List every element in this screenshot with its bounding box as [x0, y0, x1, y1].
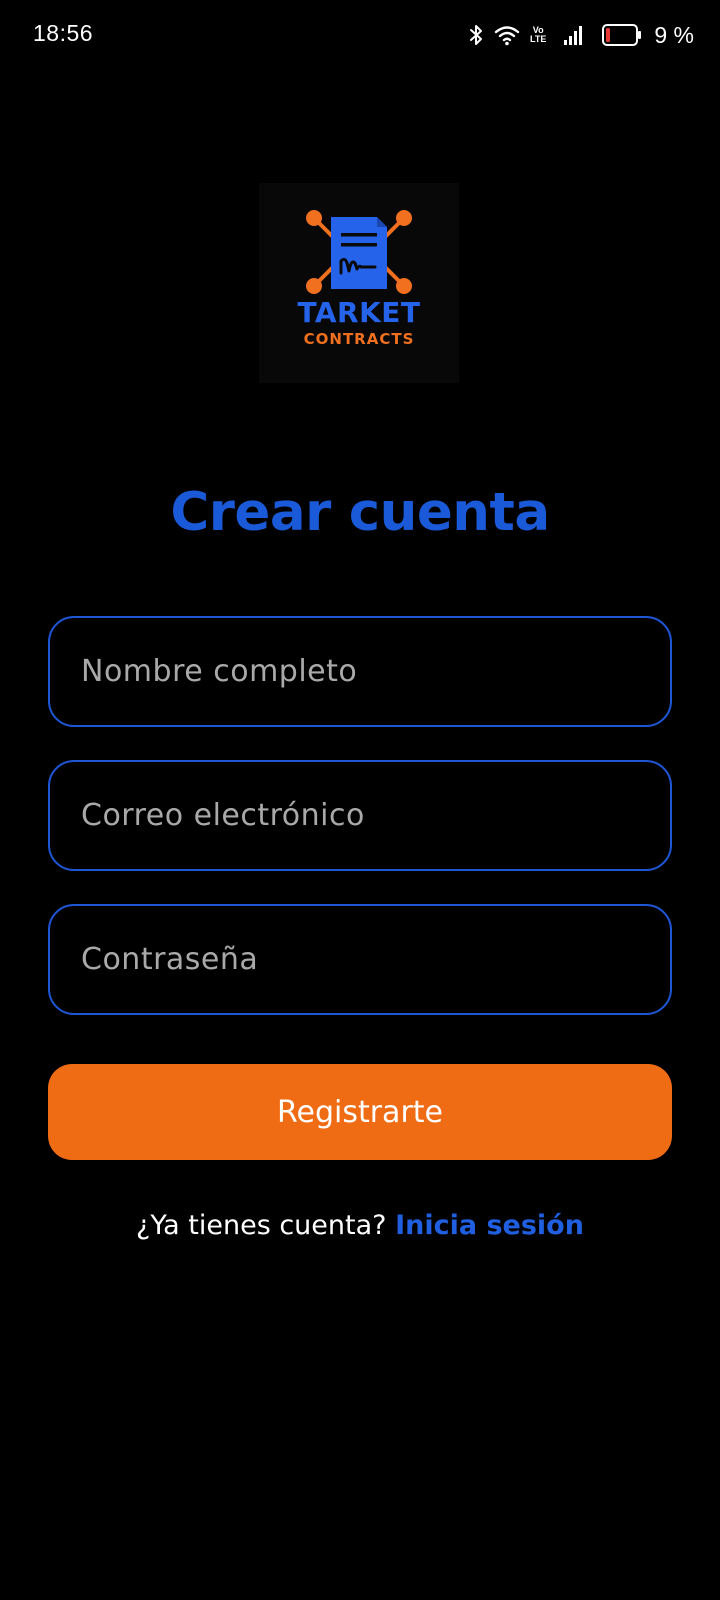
battery-percent: 9 % [654, 21, 694, 48]
register-button[interactable]: Registrarte [48, 1064, 672, 1160]
full-name-input[interactable] [50, 618, 670, 725]
email-input[interactable] [50, 762, 670, 869]
login-link[interactable]: Inicia sesión [395, 1210, 584, 1241]
logo-title: TARKET [297, 296, 421, 329]
bluetooth-icon [468, 23, 484, 47]
login-prompt: ¿Ya tienes cuenta? Inicia sesión [0, 1210, 720, 1241]
email-field[interactable] [48, 760, 672, 871]
password-input[interactable] [50, 906, 670, 1013]
status-icons: Vo LTE 9 % [468, 20, 694, 50]
app-logo: TARKET CONTRACTS [259, 183, 459, 383]
volte-icon: Vo LTE [530, 26, 546, 44]
wifi-icon [494, 24, 520, 46]
volte-bottom-label: LTE [530, 34, 547, 44]
login-prompt-text: ¿Ya tienes cuenta? [136, 1210, 396, 1241]
signal-icon [564, 25, 586, 45]
status-bar: 18:56 Vo LTE 9 % [0, 0, 720, 70]
logo-subtitle: CONTRACTS [303, 330, 415, 348]
contract-document-icon [306, 210, 412, 294]
battery-fill [606, 28, 611, 42]
password-field[interactable] [48, 904, 672, 1015]
battery-icon [602, 24, 642, 46]
page-title: Crear cuenta [170, 482, 550, 543]
status-time: 18:56 [33, 20, 94, 46]
full-name-field[interactable] [48, 616, 672, 727]
